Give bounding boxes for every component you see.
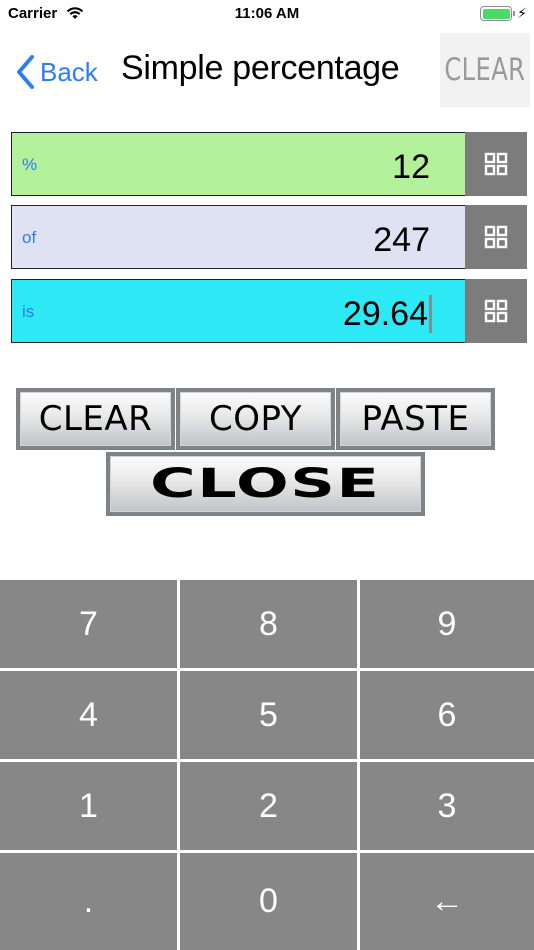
- copy-button[interactable]: COPY: [176, 388, 335, 450]
- close-button[interactable]: CLOSE: [106, 452, 425, 516]
- status-bar: Carrier 11:06 AM ⚡: [0, 0, 534, 28]
- charging-bolt-icon: ⚡: [517, 5, 527, 21]
- is-grid-button[interactable]: [465, 279, 527, 343]
- of-field[interactable]: of 247: [11, 205, 467, 269]
- key-0[interactable]: 0: [180, 853, 357, 950]
- percent-grid-button[interactable]: [465, 132, 527, 196]
- text-cursor: [429, 295, 432, 333]
- percent-field[interactable]: % 12: [11, 132, 467, 196]
- numeric-keypad: 7 8 9 4 5 6 1 2 3 . 0 ←: [0, 578, 534, 950]
- chevron-left-icon: [17, 55, 34, 89]
- battery-icon: [480, 6, 515, 21]
- of-field-value: 247: [373, 221, 430, 259]
- of-grid-button[interactable]: [465, 205, 527, 269]
- grid-icon: [484, 225, 508, 249]
- is-field-value: 29.64: [342, 295, 428, 333]
- key-5[interactable]: 5: [180, 671, 357, 759]
- back-button[interactable]: Back: [14, 52, 98, 92]
- close-button-label: CLOSE: [150, 461, 381, 507]
- key-9[interactable]: 9: [360, 580, 534, 668]
- paste-button[interactable]: PASTE: [336, 388, 495, 450]
- key-3[interactable]: 3: [360, 762, 534, 850]
- paste-button-label: PASTE: [361, 399, 470, 439]
- key-decimal[interactable]: .: [0, 853, 177, 950]
- percent-field-label: %: [22, 155, 38, 174]
- backspace-key[interactable]: ←: [360, 853, 534, 950]
- key-2[interactable]: 2: [180, 762, 357, 850]
- of-field-label: of: [22, 228, 37, 247]
- clear-button-label: CLEAR: [38, 399, 153, 439]
- nav-clear-label: CLEAR: [444, 52, 526, 88]
- clear-button[interactable]: CLEAR: [16, 388, 175, 450]
- key-1[interactable]: 1: [0, 762, 177, 850]
- status-time: 11:06 AM: [234, 5, 300, 22]
- copy-button-label: COPY: [208, 399, 303, 439]
- key-8[interactable]: 8: [180, 580, 357, 668]
- key-6[interactable]: 6: [360, 671, 534, 759]
- back-label: Back: [40, 56, 98, 87]
- grid-icon: [484, 299, 508, 323]
- key-7[interactable]: 7: [0, 580, 177, 668]
- nav-clear-button[interactable]: CLEAR: [440, 33, 530, 107]
- page-title: Simple percentage: [121, 49, 400, 87]
- percent-field-value: 12: [392, 148, 430, 186]
- key-4[interactable]: 4: [0, 671, 177, 759]
- is-field-label: is: [22, 302, 35, 321]
- grid-icon: [484, 152, 508, 176]
- is-field[interactable]: is 29.64: [11, 279, 467, 343]
